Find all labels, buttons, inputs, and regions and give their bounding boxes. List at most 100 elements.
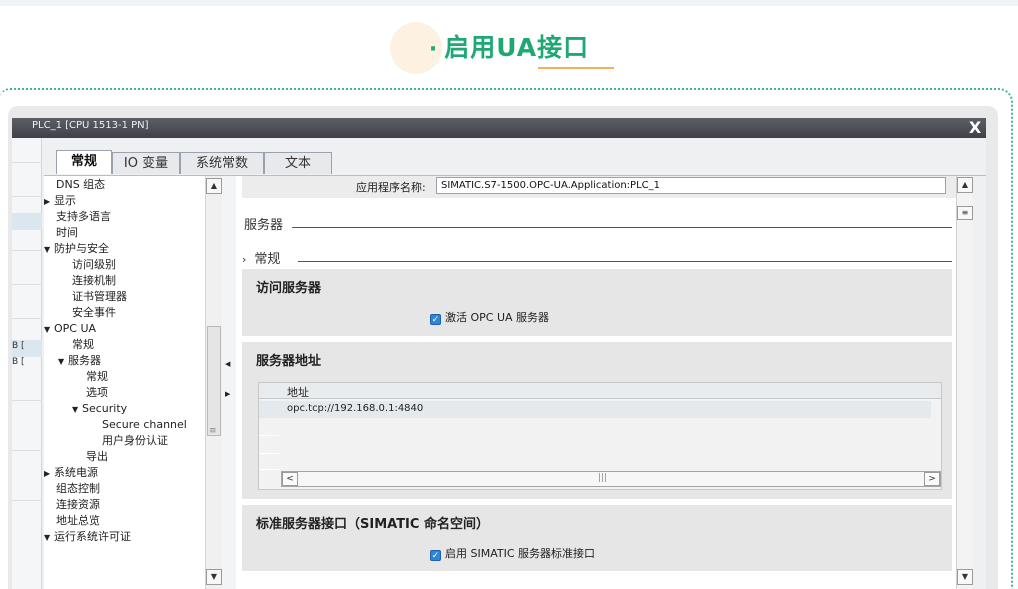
pane-splitter[interactable]: ◀ ▶: [222, 176, 236, 589]
caret-down-icon[interactable]: ▼: [44, 322, 54, 338]
nav-item-dns[interactable]: DNS 组态: [56, 177, 105, 193]
nav-item-label: 访问级别: [72, 258, 116, 271]
background-side-label: B [: [12, 357, 25, 367]
scroll-down-icon[interactable]: ▼: [957, 569, 973, 585]
app-name-field[interactable]: SIMATIC.S7-1500.OPC-UA.Application:PLC_1: [436, 177, 946, 194]
nav-item-opc-general[interactable]: 常规: [72, 337, 94, 353]
nav-item-connection-resources[interactable]: 连接资源: [56, 497, 100, 513]
window-title: PLC_1 [CPU 1513-1 PN]: [32, 120, 149, 131]
close-icon[interactable]: X: [966, 118, 984, 137]
background-highlight-row: [12, 213, 42, 230]
nav-scrollbar[interactable]: ▲ ≡ ▼: [205, 176, 222, 589]
enable-standard-interface-option[interactable]: ✓ 启用 SIMATIC 服务器标准接口: [430, 545, 595, 561]
nav-item-label: 组态控制: [56, 482, 100, 495]
header-underline: [538, 67, 614, 69]
nav-item-config-control[interactable]: 组态控制: [56, 481, 100, 497]
nav-item-address-overview[interactable]: 地址总览: [56, 513, 100, 529]
grip-icon[interactable]: ≡: [957, 206, 973, 220]
table-horizontal-scrollbar[interactable]: < ||| >: [281, 471, 941, 487]
nav-item-time[interactable]: 时间: [56, 225, 78, 241]
header-title: · 启用UA接口: [0, 28, 1018, 64]
nav-item-runtime-license[interactable]: ▼ 运行系统许可证: [44, 529, 131, 546]
nav-item-label: 连接资源: [56, 498, 100, 511]
nav-item-security[interactable]: ▼ Security: [72, 401, 127, 418]
nav-item-protection[interactable]: ▼ 防护与安全: [44, 241, 109, 258]
scroll-right-icon[interactable]: >: [924, 472, 940, 486]
tab-io-tags[interactable]: IO 变量: [112, 152, 180, 174]
nav-item-secure-channel[interactable]: Secure channel: [102, 417, 187, 433]
nav-item-opc-ua[interactable]: ▼ OPC UA: [44, 321, 96, 338]
scroll-left-icon[interactable]: <: [282, 472, 298, 486]
server-address-group: 服务器地址 地址 opc.tcp://192.168.0.1:4840 < ||…: [242, 342, 952, 499]
background-row-line: [12, 450, 42, 451]
background-row-line: [12, 162, 42, 163]
top-strip: [0, 0, 1018, 6]
nav-item-options[interactable]: 选项: [86, 385, 108, 401]
general-section-title: 常规: [254, 252, 281, 267]
navigation-tree: DNS 组态 ▶ 显示 支持多语言 时间 ▼ 防护与安全 访问级别 连接机制 证书管…: [44, 176, 222, 589]
background-row-line: [12, 400, 42, 401]
general-section-header[interactable]: › 常规: [242, 248, 280, 267]
nav-item-system-power[interactable]: ▶ 系统电源: [44, 465, 98, 482]
chevron-right-icon[interactable]: ›: [242, 253, 246, 266]
background-row-line: [12, 250, 42, 251]
main-scrollbar[interactable]: ▲ ≡ ▼: [956, 176, 973, 589]
caret-down-icon[interactable]: ▼: [58, 354, 68, 370]
scroll-thumb[interactable]: [207, 326, 221, 436]
app-name-row: 应用程序名称: SIMATIC.S7-1500.OPC-UA.Applicati…: [242, 176, 956, 198]
background-row-line: [12, 318, 42, 319]
scroll-up-icon[interactable]: ▲: [957, 177, 973, 193]
access-server-group: 访问服务器 ✓ 激活 OPC UA 服务器: [242, 269, 952, 336]
nav-item-label: 选项: [86, 386, 108, 399]
scroll-down-icon[interactable]: ▼: [206, 569, 222, 585]
nav-item-label: 安全事件: [72, 306, 116, 319]
caret-right-icon[interactable]: ▶: [44, 194, 54, 210]
nav-item-multilang[interactable]: 支持多语言: [56, 209, 111, 225]
background-side-label: B [: [12, 341, 25, 351]
caret-right-icon[interactable]: ▶: [44, 466, 54, 482]
caret-down-icon[interactable]: ▼: [72, 402, 82, 418]
nav-item-display[interactable]: ▶ 显示: [44, 193, 76, 210]
nav-item-export[interactable]: 导出: [86, 449, 108, 465]
scroll-up-icon[interactable]: ▲: [206, 178, 222, 194]
tab-general[interactable]: 常规: [56, 150, 112, 174]
nav-item-label: 用户身份认证: [102, 434, 168, 447]
row-divider: [259, 453, 279, 454]
nav-item-label: 常规: [72, 338, 94, 351]
checkbox-checked-icon[interactable]: ✓: [430, 550, 441, 561]
nav-item-label: 常规: [86, 370, 108, 383]
nav-item-label: 导出: [86, 450, 108, 463]
tab-system-constants[interactable]: 系统常数: [180, 152, 264, 174]
row-divider: [259, 469, 279, 470]
nav-item-cert-manager[interactable]: 证书管理器: [72, 289, 127, 305]
collapse-left-icon[interactable]: ◀: [225, 360, 230, 368]
caret-down-icon[interactable]: ▼: [44, 530, 54, 546]
grip-icon: |||: [598, 473, 608, 483]
header-bullet: ·: [428, 37, 439, 62]
nav-item-label: 连接机制: [72, 274, 116, 287]
collapse-right-icon[interactable]: ▶: [225, 390, 230, 398]
table-row[interactable]: opc.tcp://192.168.0.1:4840: [259, 401, 931, 418]
access-server-title: 访问服务器: [256, 281, 322, 296]
nav-item-user-auth[interactable]: 用户身份认证: [102, 433, 168, 449]
row-divider: [259, 435, 279, 436]
activate-opcua-label: 激活 OPC UA 服务器: [445, 311, 550, 324]
nav-item-label: OPC UA: [54, 322, 97, 335]
window-titlebar[interactable]: PLC_1 [CPU 1513-1 PN] X: [12, 118, 986, 138]
tab-texts[interactable]: 文本: [264, 152, 332, 174]
nav-item-label: 系统电源: [54, 466, 98, 479]
nav-item-access-level[interactable]: 访问级别: [72, 257, 116, 273]
main-panel: 应用程序名称: SIMATIC.S7-1500.OPC-UA.Applicati…: [236, 176, 956, 589]
activate-opcua-option[interactable]: ✓ 激活 OPC UA 服务器: [430, 309, 549, 325]
right-margin: [973, 176, 986, 589]
checkbox-checked-icon[interactable]: ✓: [430, 314, 441, 325]
nav-item-security-events[interactable]: 安全事件: [72, 305, 116, 321]
nav-item-connection-mechanism[interactable]: 连接机制: [72, 273, 116, 289]
nav-item-server-general[interactable]: 常规: [86, 369, 108, 385]
nav-item-label: 证书管理器: [72, 290, 127, 303]
background-row-line: [12, 500, 42, 501]
caret-down-icon[interactable]: ▼: [44, 242, 54, 258]
address-cell[interactable]: opc.tcp://192.168.0.1:4840: [287, 403, 423, 414]
nav-item-server[interactable]: ▼ 服务器: [58, 353, 101, 370]
grip-icon: ≡: [209, 426, 217, 436]
